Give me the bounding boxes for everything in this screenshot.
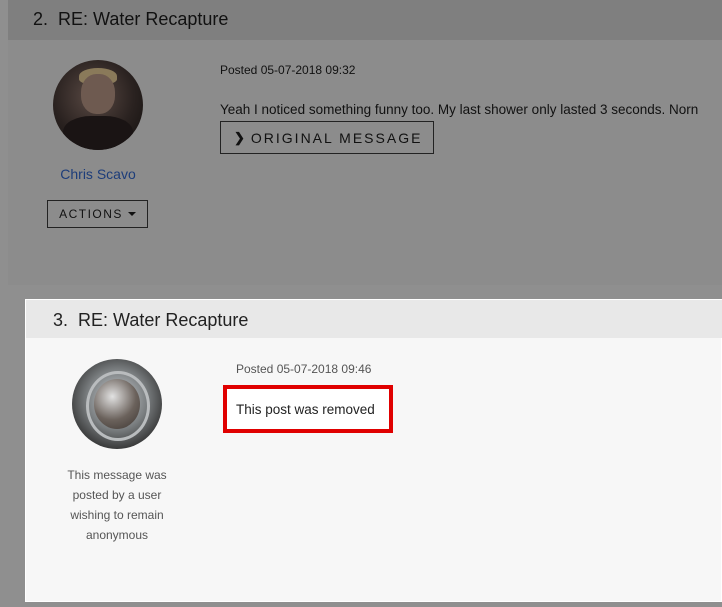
actions-label: ACTIONS [59, 207, 123, 221]
post-3-date: Posted 05-07-2018 09:46 [236, 362, 372, 376]
chevron-right-icon: ❯ [234, 129, 245, 145]
post-2-title[interactable]: 2. RE: Water Recapture [33, 9, 228, 30]
post-3-title[interactable]: 3. RE: Water Recapture [53, 310, 248, 331]
post-2-header: 2. RE: Water Recapture [8, 0, 722, 40]
anonymous-avatar [72, 359, 162, 449]
original-message-label: ORIGINAL MESSAGE [250, 129, 423, 146]
original-message-button[interactable]: ❯ ORIGINAL MESSAGE [220, 121, 434, 154]
author-name-link[interactable]: Chris Scavo [28, 166, 168, 182]
post-3-subject[interactable]: RE: Water Recapture [78, 310, 248, 330]
post-3-number: 3. [53, 310, 69, 330]
post-2-subject[interactable]: RE: Water Recapture [58, 9, 228, 29]
post-3: 3. RE: Water Recapture This message was … [25, 299, 722, 602]
post-3-body: This post was removed [236, 402, 375, 417]
caret-down-icon [127, 212, 136, 216]
post-2-date: Posted 05-07-2018 09:32 [220, 63, 356, 77]
anonymous-notice: This message was posted by a user wishin… [67, 468, 167, 542]
post-2: 2. RE: Water Recapture Chris Scavo ACTIO… [8, 0, 722, 285]
avatar[interactable] [53, 60, 143, 150]
post-2-number: 2. [33, 9, 49, 29]
post-2-body: Yeah I noticed something funny too. My l… [220, 102, 699, 117]
post-3-header: 3. RE: Water Recapture [26, 300, 722, 338]
actions-button[interactable]: ACTIONS [47, 200, 148, 228]
